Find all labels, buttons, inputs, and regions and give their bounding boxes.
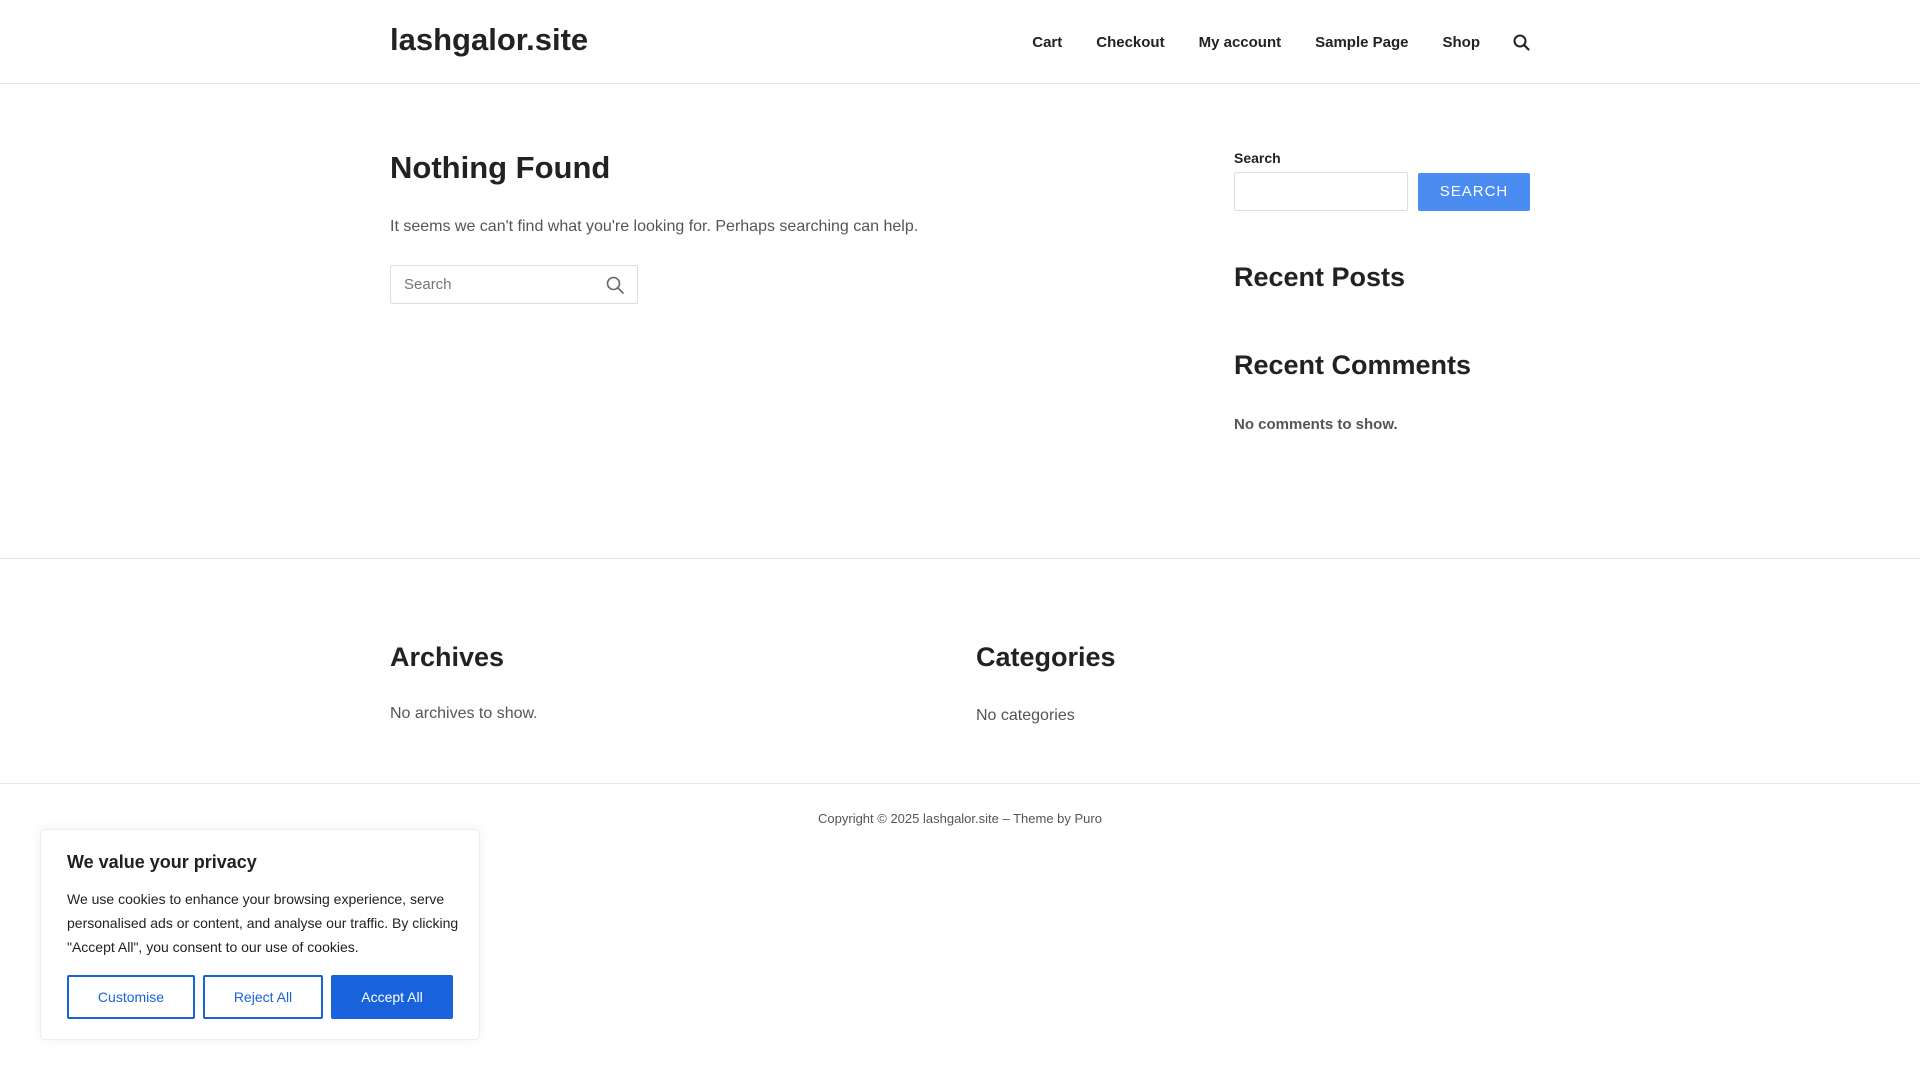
accept-all-button[interactable]: Accept All — [331, 975, 453, 1019]
sidebar-search-label: Search — [1234, 150, 1281, 166]
customise-button[interactable]: Customise — [67, 975, 195, 1019]
nav-sample-page[interactable]: Sample Page — [1315, 34, 1408, 51]
site-title[interactable]: lashgalor.site — [390, 22, 588, 58]
main-nav: Cart Checkout My account Sample Page Sho… — [998, 0, 1530, 84]
recent-comments-heading: Recent Comments — [1234, 350, 1472, 380]
archives-empty-text: No archives to show. — [390, 705, 538, 722]
no-comments-text: No comments to show. — [1234, 416, 1398, 433]
archives-heading: Archives — [390, 642, 505, 672]
sidebar-search-form: SEARCH — [1234, 172, 1530, 211]
sidebar-search-input[interactable] — [1234, 172, 1408, 211]
page-description: It seems we can't find what you're looki… — [390, 218, 919, 235]
footer-widgets: Archives No archives to show. Categories… — [0, 558, 1920, 784]
search-icon[interactable] — [1512, 33, 1530, 51]
content-search-form — [390, 265, 638, 304]
search-icon[interactable] — [605, 275, 625, 295]
content-search-input[interactable] — [391, 266, 637, 303]
copyright: Copyright © 2025 lashgalor.site – Theme … — [818, 811, 1102, 826]
categories-empty-text: No categories — [976, 707, 1075, 724]
categories-widget: Categories No categories — [976, 642, 1116, 725]
main-content: Nothing Found It seems we can't find wha… — [390, 150, 1110, 304]
archives-widget: Archives No archives to show. — [390, 642, 538, 723]
site-header: lashgalor.site Cart Checkout My account … — [0, 0, 1920, 84]
sidebar: Search SEARCH Recent Posts Recent Commen… — [1234, 150, 1530, 433]
reject-all-button[interactable]: Reject All — [203, 975, 323, 1019]
cookie-buttons: Customise Reject All Accept All — [67, 975, 453, 1019]
categories-heading: Categories — [976, 642, 1116, 672]
cookie-title: We value your privacy — [67, 852, 257, 872]
nav-my-account[interactable]: My account — [1199, 34, 1282, 51]
cookie-consent-banner: We value your privacy We use cookies to … — [40, 829, 480, 1040]
nav-cart[interactable]: Cart — [1032, 34, 1062, 51]
nav-checkout[interactable]: Checkout — [1096, 34, 1164, 51]
page-title: Nothing Found — [390, 150, 611, 185]
cookie-description: We use cookies to enhance your browsing … — [67, 891, 459, 955]
nav-shop[interactable]: Shop — [1443, 34, 1481, 51]
recent-posts-heading: Recent Posts — [1234, 262, 1406, 292]
sidebar-search-button[interactable]: SEARCH — [1418, 172, 1530, 211]
